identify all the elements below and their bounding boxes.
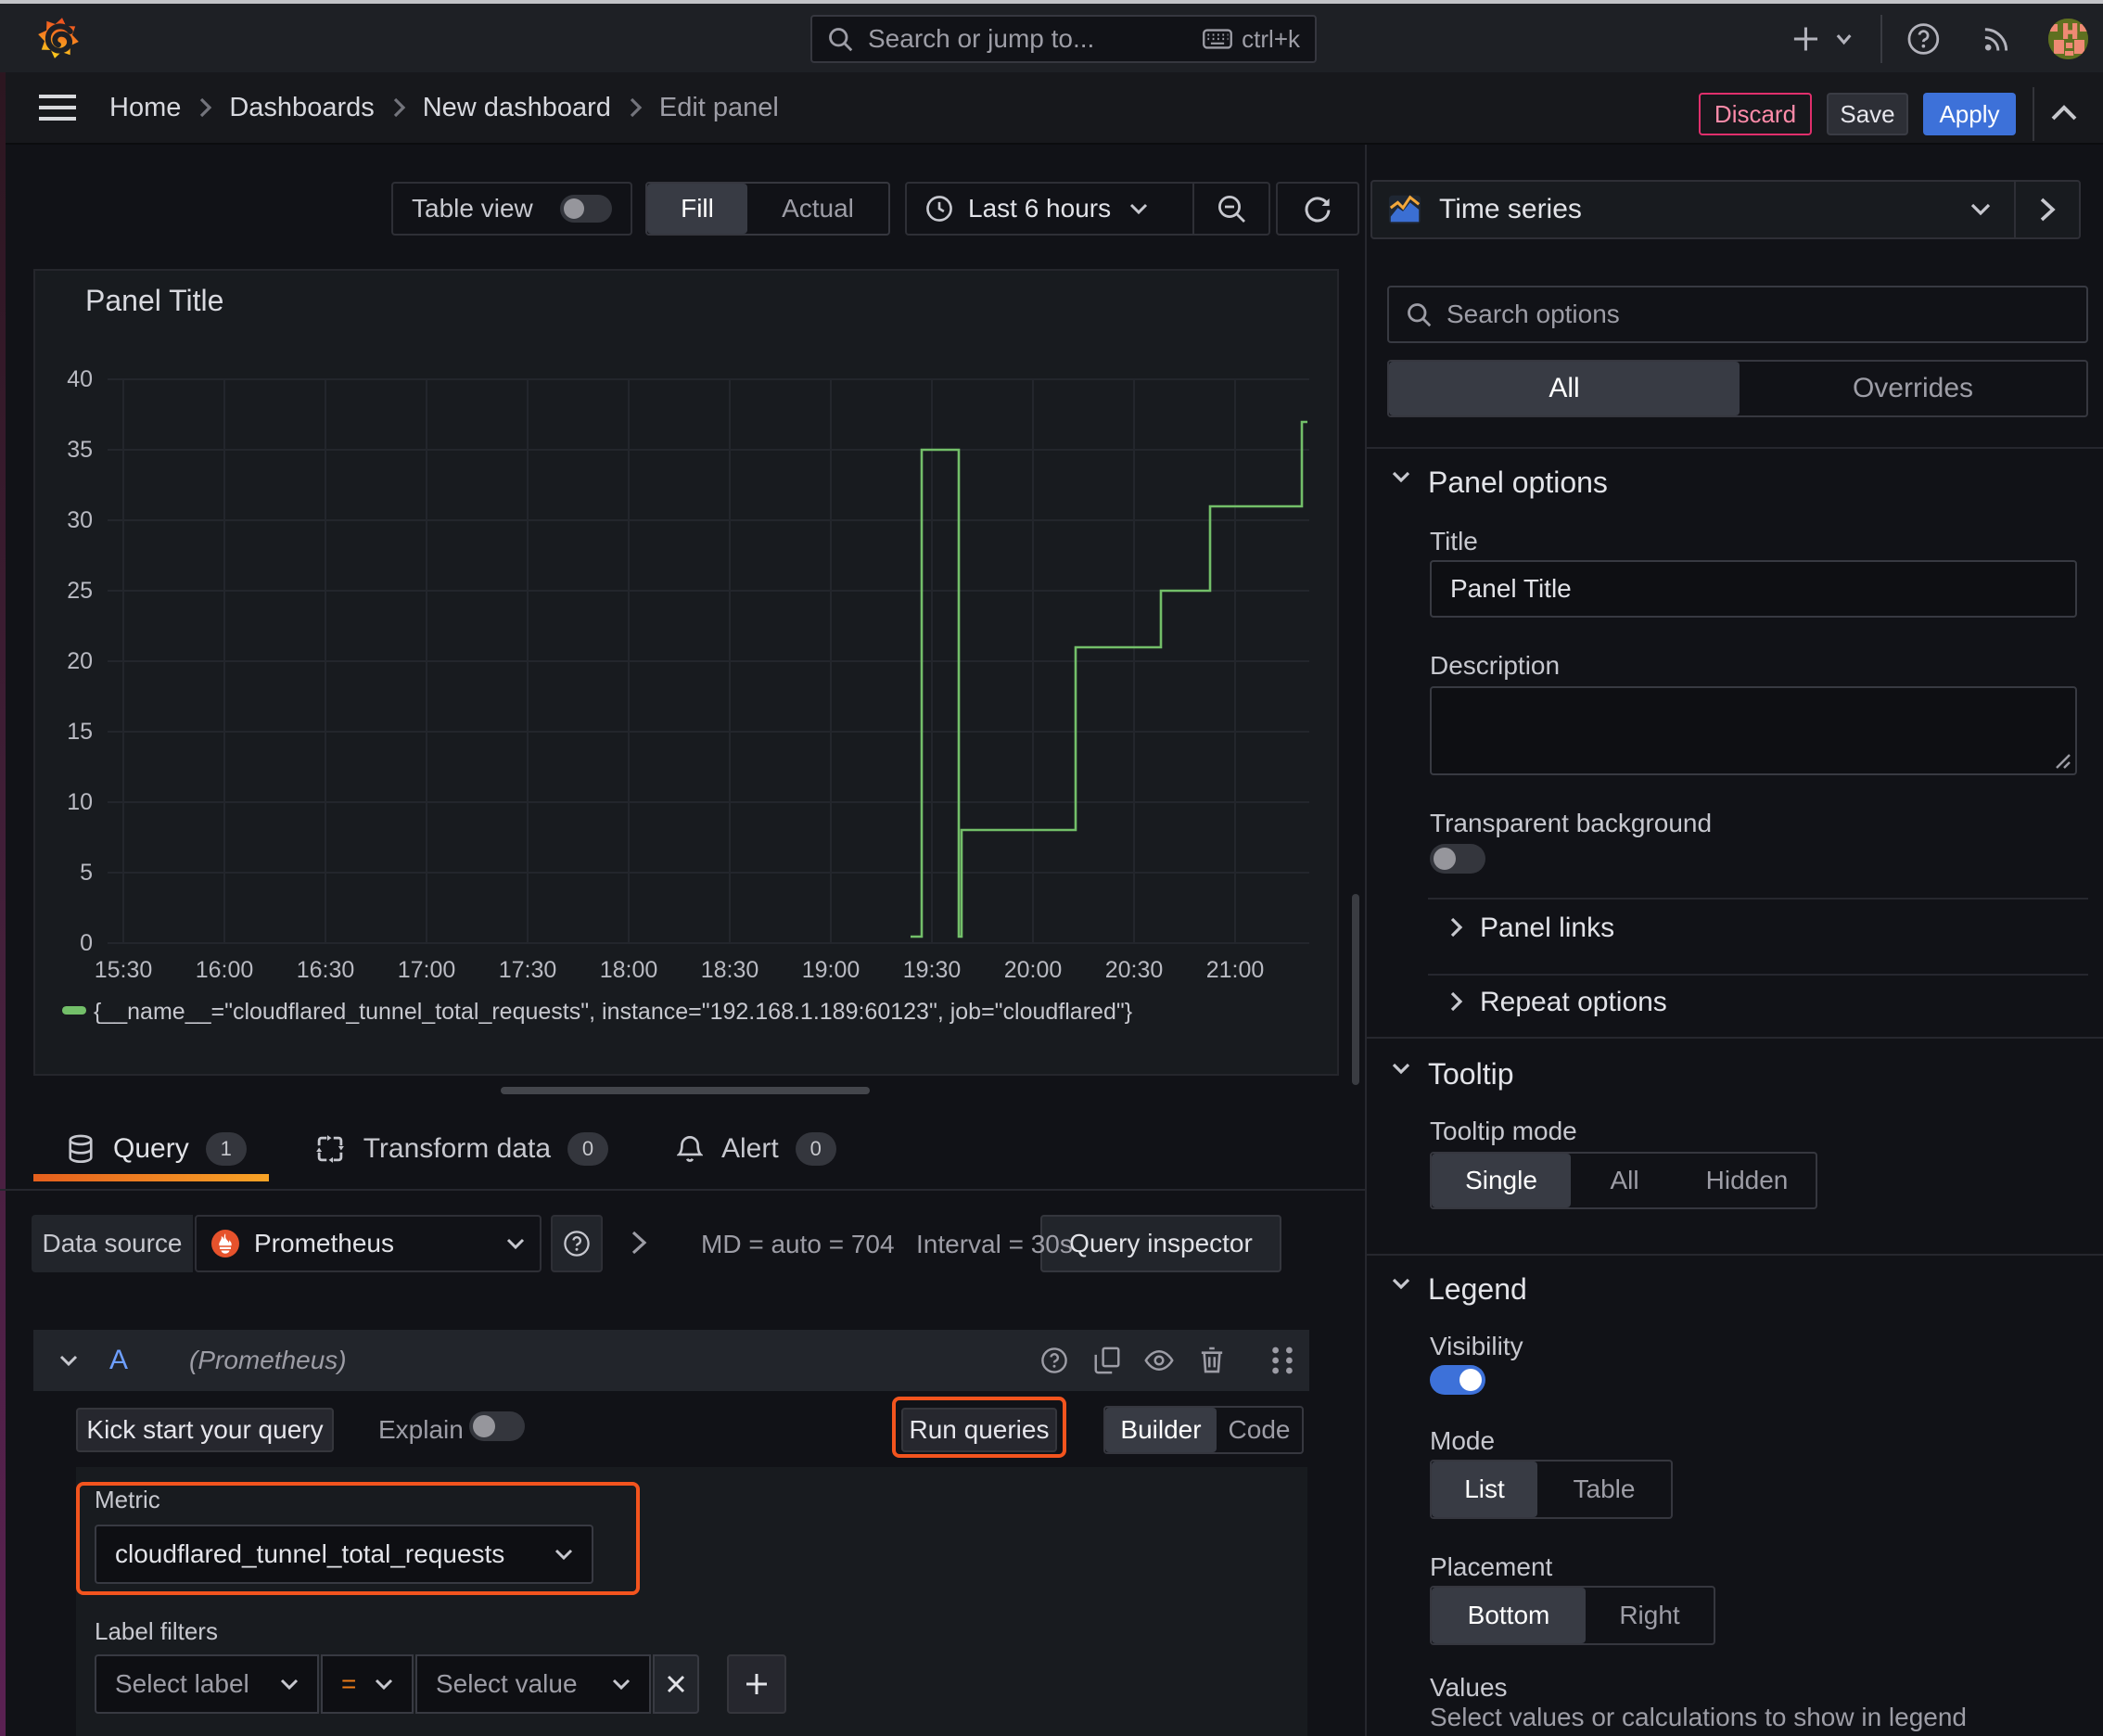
svg-text:19:30: 19:30 — [903, 957, 962, 983]
svg-text:16:30: 16:30 — [297, 957, 355, 983]
svg-text:10: 10 — [67, 789, 93, 815]
svg-text:17:00: 17:00 — [398, 957, 456, 983]
svg-text:20: 20 — [67, 648, 93, 674]
svg-text:18:00: 18:00 — [600, 957, 658, 983]
svg-text:15:30: 15:30 — [95, 957, 153, 983]
svg-text:17:30: 17:30 — [499, 957, 557, 983]
svg-text:18:30: 18:30 — [701, 957, 759, 983]
svg-text:25: 25 — [67, 578, 93, 604]
svg-text:30: 30 — [67, 507, 93, 533]
svg-text:16:00: 16:00 — [196, 957, 254, 983]
svg-text:19:00: 19:00 — [802, 957, 860, 983]
svg-text:40: 40 — [67, 366, 93, 392]
svg-text:{__name__="cloudflared_tunnel_: {__name__="cloudflared_tunnel_total_requ… — [94, 999, 1132, 1025]
svg-text:35: 35 — [67, 437, 93, 463]
svg-text:15: 15 — [67, 719, 93, 745]
svg-text:20:00: 20:00 — [1004, 957, 1063, 983]
svg-text:20:30: 20:30 — [1105, 957, 1164, 983]
svg-text:0: 0 — [80, 930, 93, 956]
svg-text:21:00: 21:00 — [1206, 957, 1265, 983]
svg-text:5: 5 — [80, 860, 93, 886]
